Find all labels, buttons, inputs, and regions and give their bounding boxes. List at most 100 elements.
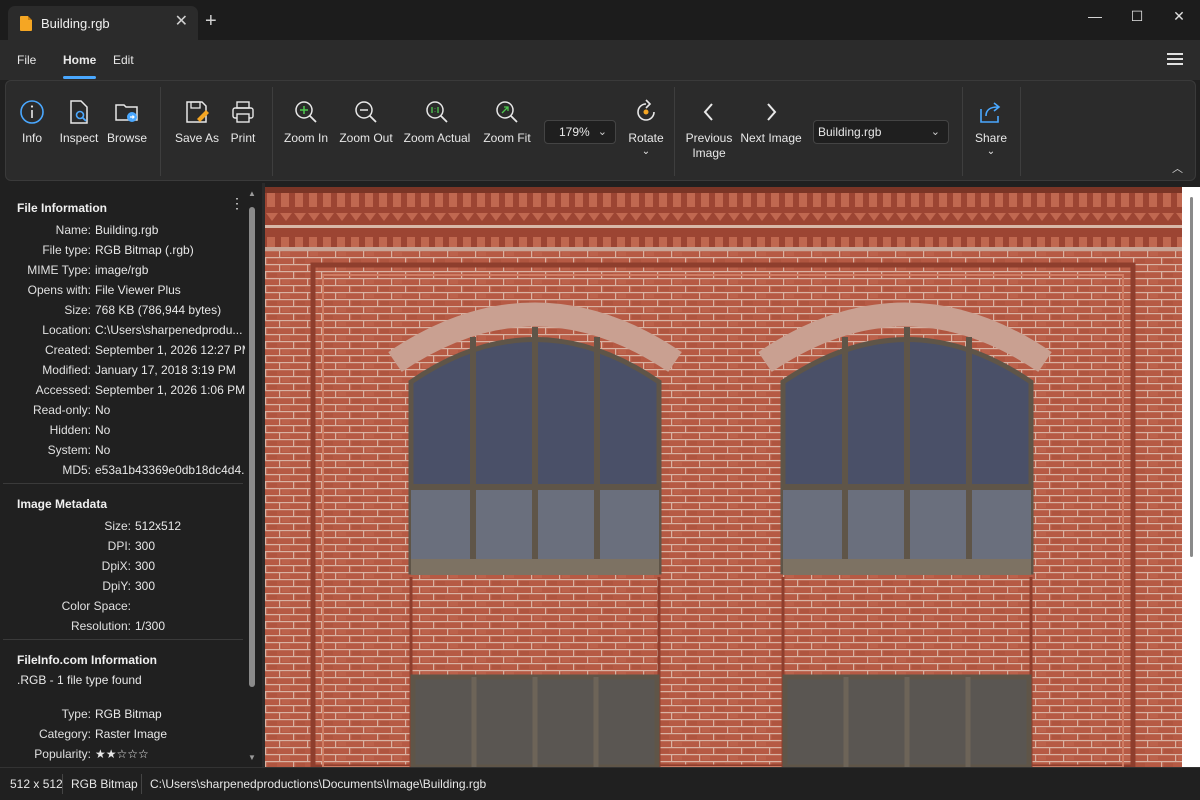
- property-value: ★★☆☆☆: [95, 747, 149, 761]
- rotate-icon: [637, 99, 655, 121]
- property-key: DPI:: [107, 539, 131, 553]
- image-metadata-heading: Image Metadata: [17, 497, 108, 511]
- ribbon-separator: [1020, 87, 1021, 176]
- property-key: Category:: [38, 727, 91, 741]
- section-divider: [3, 483, 243, 484]
- property-value: RGB Bitmap (.rgb): [95, 243, 194, 257]
- zoom-actual-button[interactable]: Zoom Actual: [402, 99, 472, 145]
- hamburger-menu-icon[interactable]: [1167, 53, 1183, 65]
- property-key: Type:: [61, 707, 91, 721]
- property-value: September 1, 2026 1:06 PM: [95, 383, 245, 397]
- active-tab-indicator: [63, 76, 96, 79]
- file-info-panel: File Information ⋮ Name: Building.rgb File…: [0, 183, 263, 767]
- property-value: No: [95, 423, 111, 437]
- share-label: Share: [974, 131, 1008, 145]
- property-value: No: [95, 403, 111, 417]
- property-key: Color Space:: [61, 599, 131, 613]
- file-icon: [20, 15, 32, 31]
- chevron-down-icon: ⌄: [930, 126, 940, 138]
- save-as-label: Save As: [174, 131, 220, 145]
- property-key: System:: [47, 443, 91, 457]
- close-window-button[interactable]: ✕: [1169, 6, 1189, 26]
- zoom-level-value: 179%: [559, 125, 590, 139]
- right-window: [780, 327, 1034, 575]
- zoom-out-button[interactable]: Zoom Out: [338, 99, 394, 145]
- ribbon-separator: [962, 87, 963, 176]
- share-button[interactable]: Share ⌄: [974, 99, 1008, 157]
- property-key: DpiY:: [102, 579, 131, 593]
- lower-left-window: [410, 674, 660, 767]
- property-value: File Viewer Plus: [95, 283, 181, 297]
- rotate-chevron-icon: ⌄: [641, 146, 651, 157]
- status-dimensions: 512 x 512: [10, 777, 63, 791]
- panel-scroll-thumb[interactable]: [249, 207, 255, 687]
- inspect-label: Inspect: [59, 131, 99, 145]
- property-value: 1/300: [135, 619, 166, 633]
- property-value: Building.rgb: [95, 223, 159, 237]
- property-key: Size:: [104, 519, 131, 533]
- maximize-button[interactable]: ☐: [1127, 6, 1147, 26]
- property-key: Accessed:: [35, 383, 91, 397]
- chevron-right-icon: [767, 103, 777, 121]
- viewer-scrollbar[interactable]: [1182, 187, 1200, 767]
- property-key: Hidden:: [49, 423, 91, 437]
- zoom-in-button[interactable]: Zoom In: [282, 99, 330, 145]
- file-information-heading: File Information: [17, 201, 107, 215]
- property-value: RGB Bitmap: [95, 707, 162, 721]
- lower-right-window: [782, 674, 1032, 767]
- status-format: RGB Bitmap: [71, 777, 138, 791]
- tab-close-button[interactable]: ✕: [175, 14, 188, 30]
- file-select[interactable]: Building.rgb ⌄: [813, 120, 949, 144]
- previous-image-button[interactable]: Previous Image: [684, 99, 734, 161]
- browse-button[interactable]: Browse: [106, 99, 148, 145]
- chevron-down-icon: ⌄: [597, 126, 607, 138]
- zoom-level-select[interactable]: 179% ⌄: [544, 120, 616, 144]
- menu-file[interactable]: File: [17, 53, 36, 67]
- previous-label-line2: Image: [692, 146, 726, 160]
- viewer-scroll-thumb[interactable]: [1190, 197, 1193, 557]
- rotate-button[interactable]: Rotate ⌄: [626, 99, 666, 157]
- collapse-ribbon-icon[interactable]: ︿: [1172, 160, 1183, 176]
- minimize-button[interactable]: —: [1085, 6, 1105, 26]
- image-viewer[interactable]: [265, 187, 1182, 767]
- panel-scrollbar[interactable]: ▲ ▼: [248, 189, 256, 763]
- property-value: Raster Image: [95, 727, 168, 741]
- rotate-label: Rotate: [628, 131, 664, 145]
- status-separator: [62, 774, 63, 794]
- inspect-button[interactable]: Inspect: [58, 99, 100, 145]
- next-image-button[interactable]: Next Image: [739, 99, 803, 145]
- menu-home[interactable]: Home: [63, 53, 96, 67]
- property-value: 300: [135, 559, 156, 573]
- zoom-fit-label: Zoom Fit: [483, 131, 531, 145]
- browse-label: Browse: [106, 131, 147, 145]
- property-key: Size:: [64, 303, 91, 317]
- document-tab[interactable]: Building.rgb ✕: [8, 6, 198, 40]
- new-tab-button[interactable]: +: [205, 11, 217, 31]
- share-chevron-icon: ⌄: [986, 146, 996, 157]
- info-button[interactable]: Info: [18, 99, 46, 145]
- info-icon: [20, 100, 44, 124]
- menu-edit[interactable]: Edit: [113, 53, 134, 67]
- fileinfo-summary: .RGB - 1 file type found: [17, 673, 142, 687]
- left-window: [408, 327, 662, 575]
- zoom-fit-button[interactable]: Zoom Fit: [480, 99, 534, 145]
- file-select-value: Building.rgb: [818, 125, 882, 139]
- scroll-down-icon[interactable]: ▼: [248, 753, 256, 762]
- tab-title: Building.rgb: [41, 15, 110, 31]
- section-divider: [3, 639, 243, 640]
- previous-label-line1: Previous: [685, 131, 733, 145]
- more-options-icon[interactable]: ⋮: [230, 195, 244, 212]
- print-label: Print: [230, 131, 256, 145]
- status-bar: 512 x 512 RGB Bitmap C:\Users\sharpenedp…: [0, 767, 1200, 800]
- zoom-out-label: Zoom Out: [339, 131, 393, 145]
- zoom-actual-label: Zoom Actual: [403, 131, 471, 145]
- property-key: Name:: [55, 223, 91, 237]
- title-bar: Building.rgb ✕ + — ☐ ✕: [0, 0, 1200, 40]
- scroll-up-icon[interactable]: ▲: [248, 189, 256, 198]
- save-as-button[interactable]: Save As: [174, 99, 220, 145]
- printer-icon: [232, 101, 254, 123]
- property-value: image/rgb: [95, 263, 149, 277]
- property-key: Popularity:: [34, 747, 91, 761]
- menu-bar: File Home Edit: [0, 40, 1200, 80]
- print-button[interactable]: Print: [228, 99, 258, 145]
